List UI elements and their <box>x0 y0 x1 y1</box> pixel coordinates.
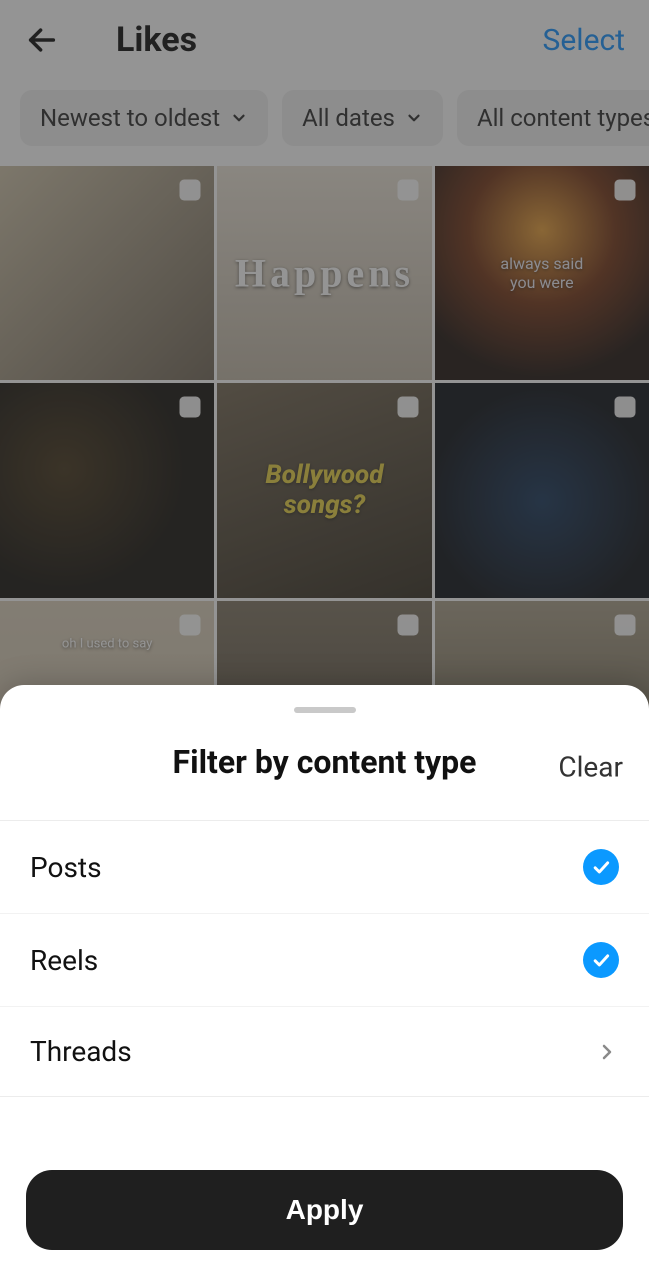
filter-option-threads[interactable]: Threads <box>0 1007 649 1097</box>
sheet-title: Filter by content type <box>155 741 495 784</box>
filter-option-label: Threads <box>30 1035 132 1068</box>
apply-button[interactable]: Apply <box>26 1170 623 1250</box>
filter-option-label: Posts <box>30 851 102 884</box>
clear-button[interactable]: Clear <box>558 750 623 783</box>
checkmark-icon <box>583 849 619 885</box>
chevron-right-icon <box>595 1040 619 1064</box>
filter-option-posts[interactable]: Posts <box>0 821 649 914</box>
filter-bottom-sheet: Filter by content type Clear Posts Reels… <box>0 685 649 1280</box>
sheet-header: Filter by content type Clear <box>0 713 649 821</box>
filter-options-list: Posts Reels Threads <box>0 821 649 1150</box>
filter-option-reels[interactable]: Reels <box>0 914 649 1007</box>
filter-option-label: Reels <box>30 944 98 977</box>
apply-button-wrap: Apply <box>0 1150 649 1280</box>
checkmark-icon <box>583 942 619 978</box>
